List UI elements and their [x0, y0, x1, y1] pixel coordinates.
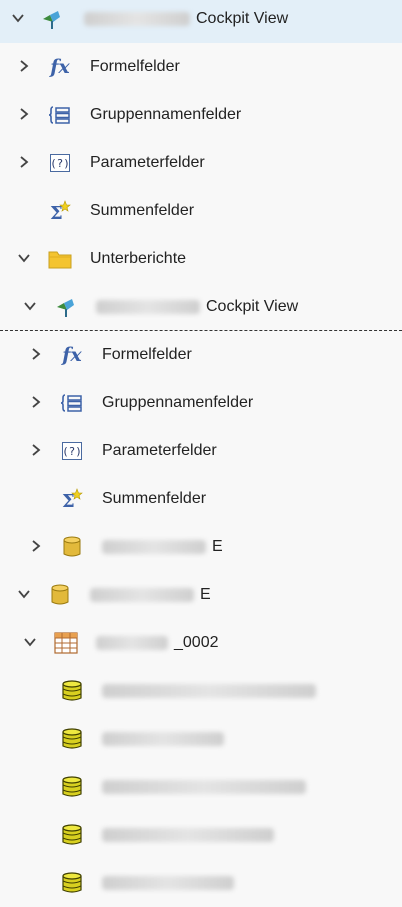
tree-node-gruppennamenfelder[interactable]: Gruppennamenfelder — [0, 379, 402, 427]
tree-node-gruppennamenfelder[interactable]: Gruppennamenfelder — [0, 91, 402, 139]
tree-node-label: E — [90, 571, 211, 619]
chevron-right-icon[interactable] — [13, 103, 35, 125]
chevron-down-icon[interactable] — [19, 295, 41, 317]
tree-node-table[interactable]: _0002 — [0, 619, 402, 667]
tree-node-summenfelder[interactable]: Σ Summenfelder — [0, 475, 402, 523]
chevron-right-icon[interactable] — [25, 391, 47, 413]
field-icon — [60, 679, 84, 703]
tree-node-label: Summenfelder — [90, 202, 195, 219]
tree-node-label: Parameterfelder — [90, 154, 205, 171]
field-icon — [60, 871, 84, 895]
tree-node-database[interactable]: E — [0, 571, 402, 619]
parameter-icon: (?) — [48, 151, 72, 175]
sum-icon: Σ — [48, 199, 72, 223]
table-icon — [54, 631, 78, 655]
tree-node-label: Cockpit View — [96, 283, 298, 331]
field-explorer-tree: Cockpit View fx Formelfelder Gruppenname… — [0, 0, 402, 904]
tree-node-label: Formelfelder — [102, 346, 192, 363]
tree-node-label — [102, 811, 280, 859]
tree-node-label — [102, 763, 312, 811]
tree-node-report-root[interactable]: Cockpit View — [0, 0, 402, 43]
tree-node-label — [102, 667, 322, 715]
tree-node-formelfelder[interactable]: fx Formelfelder — [0, 43, 402, 91]
report-icon — [54, 295, 78, 319]
tree-node-label: Parameterfelder — [102, 442, 217, 459]
tree-node-parameterfelder[interactable]: (?) Parameterfelder — [0, 427, 402, 475]
tree-node-label: E — [102, 523, 223, 571]
tree-node-subreport[interactable]: Cockpit View — [0, 283, 402, 331]
sum-icon: Σ — [60, 487, 84, 511]
group-name-icon — [60, 391, 84, 415]
tree-node-label: Unterberichte — [90, 250, 187, 267]
tree-node-field[interactable] — [0, 667, 402, 715]
chevron-down-icon[interactable] — [19, 631, 41, 653]
tree-node-label: _0002 — [96, 619, 219, 667]
chevron-down-icon[interactable] — [13, 247, 35, 269]
group-name-icon — [48, 103, 72, 127]
chevron-right-icon[interactable] — [25, 439, 47, 461]
chevron-right-icon[interactable] — [25, 343, 47, 365]
parameter-icon: (?) — [60, 439, 84, 463]
tree-node-formelfelder[interactable]: fx Formelfelder — [0, 331, 402, 379]
database-icon — [48, 583, 72, 607]
tree-node-label — [102, 859, 240, 907]
database-icon — [60, 535, 84, 559]
tree-node-field[interactable] — [0, 763, 402, 811]
formula-icon: fx — [62, 344, 82, 366]
tree-node-label: Gruppennamenfelder — [90, 106, 242, 123]
chevron-right-icon[interactable] — [13, 55, 35, 77]
tree-node-field[interactable] — [0, 811, 402, 859]
chevron-right-icon[interactable] — [13, 151, 35, 173]
tree-node-label: Cockpit View — [84, 0, 288, 43]
tree-node-database[interactable]: E — [0, 523, 402, 571]
field-icon — [60, 775, 84, 799]
chevron-down-icon[interactable] — [7, 7, 29, 29]
tree-node-field[interactable] — [0, 715, 402, 763]
tree-node-summenfelder[interactable]: Σ Summenfelder — [0, 187, 402, 235]
tree-node-parameterfelder[interactable]: (?) Parameterfelder — [0, 139, 402, 187]
tree-node-label: Gruppennamenfelder — [102, 394, 254, 411]
field-icon — [60, 727, 84, 751]
field-icon — [60, 823, 84, 847]
tree-node-unterberichte[interactable]: Unterberichte — [0, 235, 402, 283]
tree-node-label: Formelfelder — [90, 58, 180, 75]
report-icon — [40, 7, 64, 31]
tree-node-label: Summenfelder — [102, 490, 207, 507]
formula-icon: fx — [50, 56, 70, 78]
chevron-right-icon[interactable] — [25, 535, 47, 557]
folder-icon — [48, 247, 72, 271]
chevron-down-icon[interactable] — [13, 583, 35, 605]
tree-node-label — [102, 715, 230, 763]
tree-node-field[interactable] — [0, 859, 402, 907]
